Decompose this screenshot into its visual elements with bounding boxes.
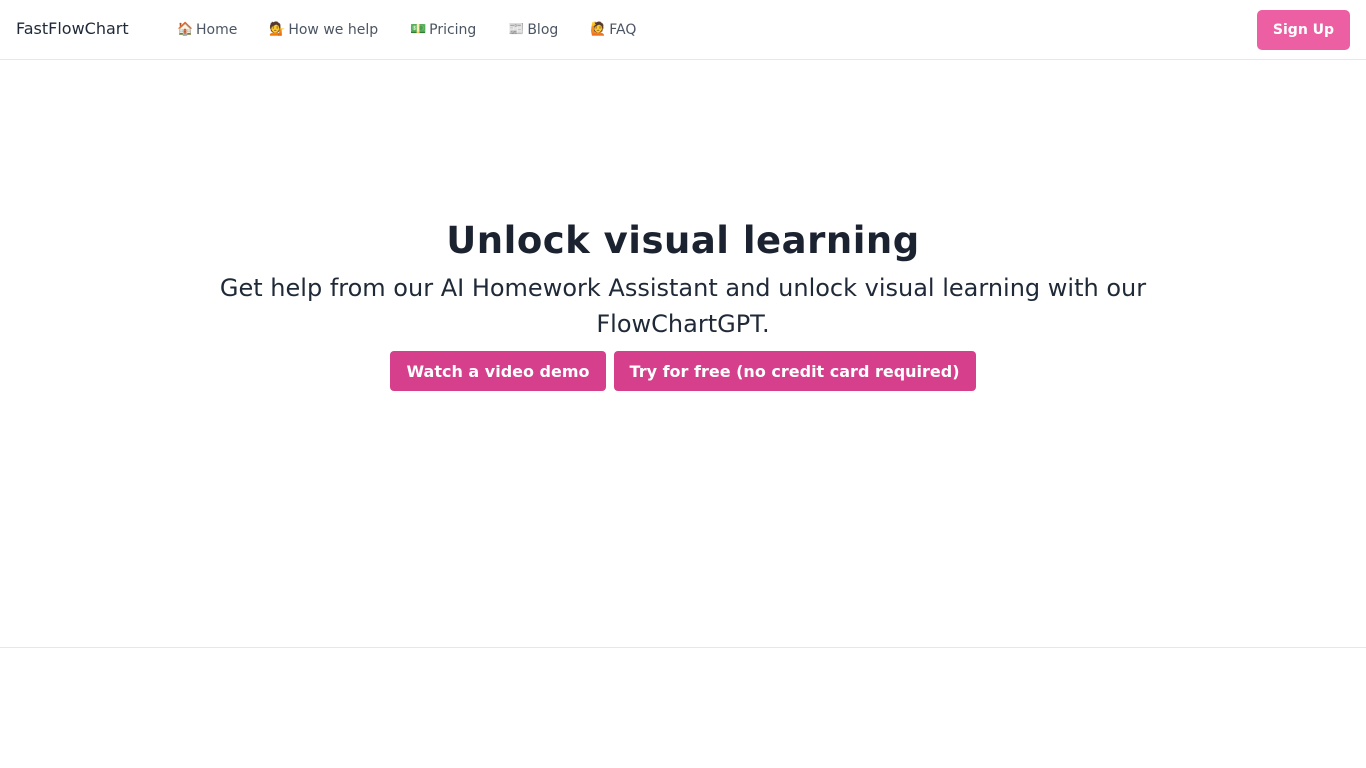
hero-section: Unlock visual learning Get help from our… — [0, 60, 1366, 648]
nav-link-home[interactable]: 🏠 Home — [161, 20, 253, 40]
hero-cta-group: Watch a video demo Try for free (no cred… — [0, 351, 1366, 391]
nav-link-label: FAQ — [609, 22, 637, 38]
top-navbar: FastFlowChart 🏠 Home 💁 How we help 💵 Pri… — [0, 0, 1366, 60]
try-free-button[interactable]: Try for free (no credit card required) — [613, 351, 976, 391]
nav-link-pricing[interactable]: 💵 Pricing — [394, 20, 492, 40]
hero-title: Unlock visual learning — [446, 219, 920, 262]
nav-link-faq[interactable]: 🙋 FAQ — [574, 20, 652, 40]
nav-link-label: How we help — [288, 22, 379, 38]
nav-link-label: Blog — [527, 22, 559, 38]
nav-link-label: Home — [196, 22, 238, 38]
person-raising-hand-icon: 🙋 — [590, 22, 607, 37]
nav-link-label: Pricing — [429, 22, 477, 38]
brand-logo-link[interactable]: FastFlowChart — [16, 19, 129, 39]
person-tipping-hand-icon: 💁 — [269, 22, 286, 37]
hero-subtitle: Get help from our AI Homework Assistant … — [219, 274, 1147, 338]
newspaper-icon: 📰 — [508, 22, 525, 37]
house-icon: 🏠 — [177, 22, 194, 37]
nav-link-blog[interactable]: 📰 Blog — [492, 20, 574, 40]
watch-demo-button[interactable]: Watch a video demo — [390, 351, 606, 391]
dollar-banknote-icon: 💵 — [410, 22, 427, 37]
sign-up-button[interactable]: Sign Up — [1257, 10, 1350, 50]
nav-link-how-we-help[interactable]: 💁 How we help — [253, 20, 394, 40]
main-nav: 🏠 Home 💁 How we help 💵 Pricing 📰 Blog 🙋 … — [161, 0, 652, 60]
